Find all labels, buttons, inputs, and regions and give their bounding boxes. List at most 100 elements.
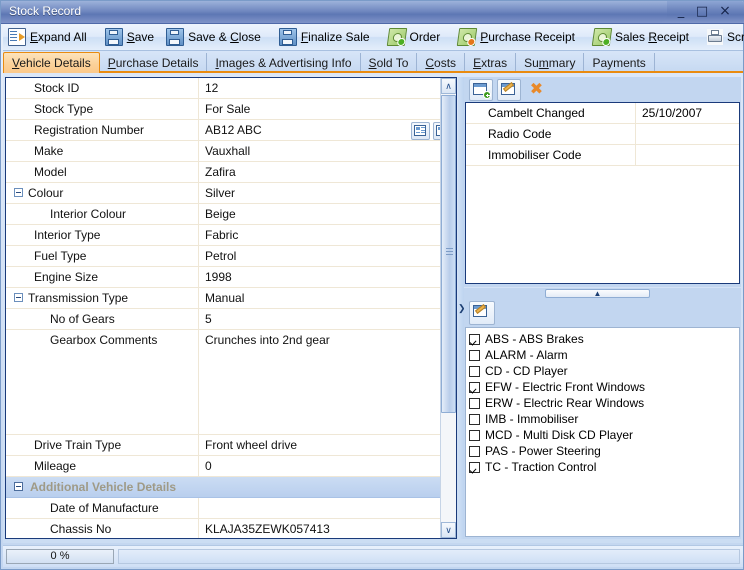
- table-row[interactable]: Transmission Type Manual: [6, 288, 456, 309]
- list-item[interactable]: IMB - Immobiliser: [469, 411, 739, 427]
- save-and-close-label: Save & Close: [188, 30, 261, 44]
- purchase-receipt-button[interactable]: Purchase Receipt: [453, 25, 582, 50]
- checkbox-checked-icon[interactable]: [469, 381, 480, 393]
- checkbox-icon[interactable]: [469, 445, 480, 457]
- checkbox-icon[interactable]: [469, 429, 480, 441]
- finalize-sale-button[interactable]: Finalize Sale: [274, 25, 377, 50]
- table-row[interactable]: Registration Number AB12 ABC: [6, 120, 456, 141]
- maximize-button[interactable]: □: [694, 4, 710, 19]
- tab-summary[interactable]: Summary: [516, 53, 585, 73]
- tab-costs[interactable]: Costs: [417, 53, 466, 73]
- table-row[interactable]: Model Zafira: [6, 162, 456, 183]
- list-item[interactable]: EFW - Electric Front Windows: [469, 379, 739, 395]
- vertical-scrollbar[interactable]: ∧ ∨: [440, 78, 456, 538]
- property-value-cell[interactable]: Beige: [199, 204, 456, 224]
- property-value-cell[interactable]: 0: [199, 456, 456, 476]
- table-row[interactable]: Immobiliser Code: [466, 145, 739, 166]
- splitter-collapse-arrow-icon[interactable]: ▲: [545, 289, 650, 298]
- table-row[interactable]: Chassis No KLAJA35ZEWK057413: [6, 519, 456, 538]
- property-value-cell[interactable]: Manual: [199, 288, 456, 308]
- edit-pencil-icon[interactable]: [469, 301, 495, 325]
- property-value-cell[interactable]: Fabric: [199, 225, 456, 245]
- checkbox-checked-icon[interactable]: [469, 461, 480, 473]
- tab-extras[interactable]: Extras: [465, 53, 517, 73]
- table-row[interactable]: Fuel Type Petrol: [6, 246, 456, 267]
- save-and-close-button[interactable]: Save & Close: [161, 25, 268, 50]
- collapse-icon[interactable]: [14, 482, 23, 491]
- list-item[interactable]: CD - CD Player: [469, 363, 739, 379]
- scrollbar-thumb[interactable]: [441, 95, 456, 413]
- table-row[interactable]: Colour Silver: [6, 183, 456, 204]
- list-item[interactable]: ALARM - Alarm: [469, 347, 739, 363]
- save-button[interactable]: Save: [100, 25, 161, 50]
- property-value-cell[interactable]: 12: [199, 78, 456, 98]
- property-value-cell[interactable]: [199, 498, 456, 518]
- table-row[interactable]: Engine Size 1998: [6, 267, 456, 288]
- collapse-icon[interactable]: [14, 188, 23, 197]
- list-item[interactable]: MCD - Multi Disk CD Player: [469, 427, 739, 443]
- codes-section: ✖ Cambelt Changed 25/10/2007 Radio Code …: [464, 77, 741, 287]
- property-value-cell[interactable]: KLAJA35ZEWK057413: [199, 519, 456, 538]
- property-value-cell[interactable]: Vauxhall: [199, 141, 456, 161]
- delete-x-icon[interactable]: ✖: [525, 79, 549, 101]
- list-item[interactable]: PAS - Power Steering: [469, 443, 739, 459]
- lookup-icon[interactable]: [411, 122, 430, 140]
- property-value-cell[interactable]: For Sale: [199, 99, 456, 119]
- tab-vehicle-details[interactable]: Vehicle Details: [3, 52, 100, 73]
- code-value-cell[interactable]: [636, 145, 739, 165]
- close-button[interactable]: ×: [717, 4, 733, 19]
- tab-payments[interactable]: Payments: [584, 53, 655, 73]
- list-item[interactable]: ERW - Electric Rear Windows: [469, 395, 739, 411]
- property-value-cell[interactable]: 1998: [199, 267, 456, 287]
- minimize-button[interactable]: _: [673, 4, 689, 19]
- sales-receipt-button[interactable]: Sales Receipt: [588, 25, 696, 50]
- edit-pencil-icon[interactable]: [497, 78, 521, 101]
- order-button[interactable]: Order: [383, 25, 448, 50]
- property-value-cell[interactable]: Crunches into 2nd gear: [199, 330, 456, 437]
- tab-purchase-details[interactable]: Purchase Details: [100, 53, 208, 73]
- property-value-cell[interactable]: Silver: [199, 183, 456, 203]
- tab-images-advertising-info[interactable]: Images & Advertising Info: [207, 53, 361, 73]
- checkbox-icon[interactable]: [469, 397, 480, 409]
- table-row[interactable]: Gearbox Comments Crunches into 2nd gear: [6, 330, 456, 435]
- checkbox-icon[interactable]: [469, 413, 480, 425]
- property-value-cell[interactable]: Zafira: [199, 162, 456, 182]
- property-name-cell: Stock ID: [6, 78, 199, 98]
- table-row[interactable]: Date of Manufacture: [6, 498, 456, 519]
- table-row[interactable]: Radio Code: [466, 124, 739, 145]
- table-row[interactable]: Make Vauxhall: [6, 141, 456, 162]
- table-row[interactable]: Interior Type Fabric: [6, 225, 456, 246]
- code-value-cell[interactable]: [636, 124, 739, 144]
- property-value-cell[interactable]: Front wheel drive: [199, 435, 456, 455]
- checkbox-checked-icon[interactable]: [469, 333, 480, 345]
- property-name-cell: Drive Train Type: [6, 435, 199, 455]
- scroll-up-arrow-icon[interactable]: ∧: [441, 78, 456, 94]
- codes-toolbar: ✖: [464, 77, 741, 102]
- property-value-cell[interactable]: AB12 ABC: [199, 120, 456, 140]
- property-value-cell[interactable]: Petrol: [199, 246, 456, 266]
- table-row[interactable]: Mileage 0: [6, 456, 456, 477]
- list-item[interactable]: ABS - ABS Brakes: [469, 331, 739, 347]
- screen-advert-button[interactable]: Screen Advert: [702, 25, 744, 50]
- property-value-cell[interactable]: 5: [199, 309, 456, 329]
- group-header-additional-vehicle-details[interactable]: Additional Vehicle Details: [6, 477, 456, 498]
- table-row[interactable]: Drive Train Type Front wheel drive: [6, 435, 456, 456]
- order-money-icon: [386, 28, 407, 46]
- table-row[interactable]: No of Gears 5: [6, 309, 456, 330]
- table-row[interactable]: Stock ID 12: [6, 78, 456, 99]
- stock-record-window: Stock Record _ □ × Expand All Save Save …: [0, 0, 744, 570]
- expand-all-button[interactable]: Expand All: [3, 25, 94, 50]
- code-value-cell[interactable]: 25/10/2007: [636, 103, 739, 123]
- tab-sold-to[interactable]: Sold To: [361, 53, 418, 73]
- table-row[interactable]: Interior Colour Beige: [6, 204, 456, 225]
- collapse-icon[interactable]: [14, 293, 23, 302]
- scroll-down-arrow-icon[interactable]: ∨: [441, 522, 456, 538]
- list-item[interactable]: TC - Traction Control: [469, 459, 739, 475]
- save-close-icon: [166, 28, 185, 46]
- add-icon[interactable]: [469, 78, 493, 101]
- panel-splitter-horizontal[interactable]: ▲: [464, 288, 741, 299]
- table-row[interactable]: Cambelt Changed 25/10/2007: [466, 103, 739, 124]
- checkbox-icon[interactable]: [469, 365, 480, 377]
- table-row[interactable]: Stock Type For Sale: [6, 99, 456, 120]
- checkbox-icon[interactable]: [469, 349, 480, 361]
